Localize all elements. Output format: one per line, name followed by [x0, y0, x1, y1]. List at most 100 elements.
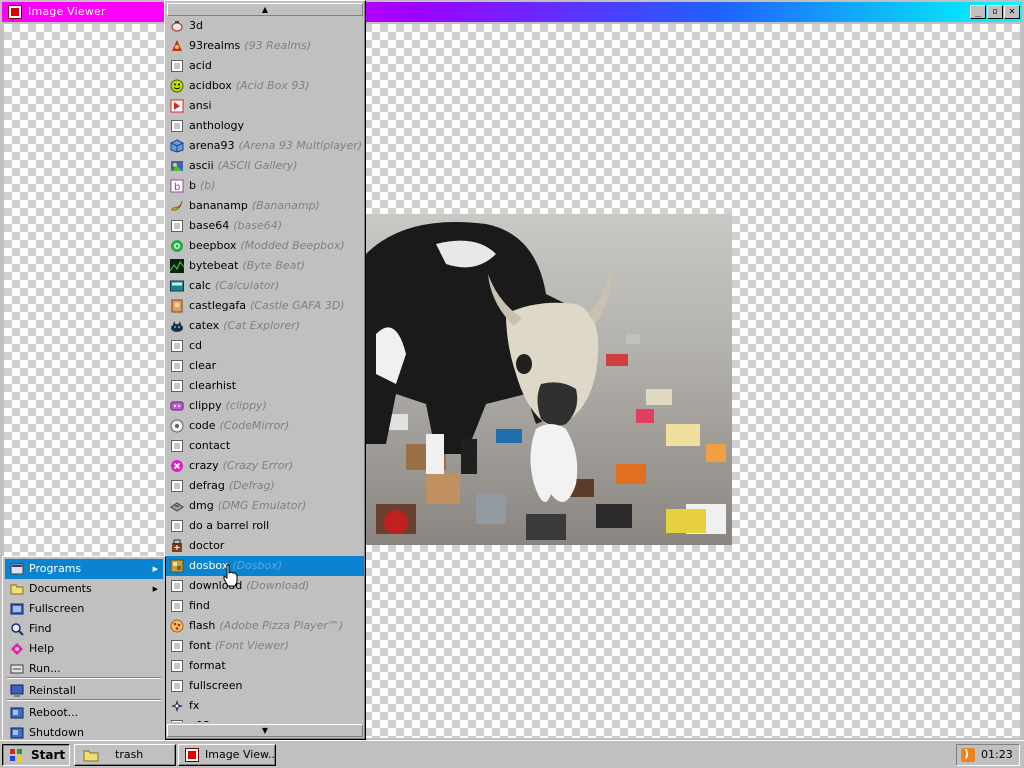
program-name: arena93 — [189, 139, 235, 152]
program-item-dosbox[interactable]: dosbox (Dosbox) — [166, 556, 364, 576]
program-name: b — [189, 179, 196, 192]
program-item-3d[interactable]: 3d — [166, 16, 364, 36]
program-name: fx — [189, 699, 200, 712]
program-item-doctor[interactable]: doctor — [166, 536, 364, 556]
beepbox-icon — [170, 239, 184, 253]
program-item-acid[interactable]: acid — [166, 56, 364, 76]
program-item-ansi[interactable]: ansi — [166, 96, 364, 116]
window-titlebar[interactable]: Image Viewer _ ▫ ✕ — [2, 2, 1022, 22]
start-menu-item-find[interactable]: Find — [5, 619, 163, 639]
start-menu-item-reinstall[interactable]: Reinstall — [5, 681, 163, 701]
program-item-acidbox[interactable]: acidbox (Acid Box 93) — [166, 76, 364, 96]
program-item-find[interactable]: find — [166, 596, 364, 616]
document-icon — [170, 639, 184, 653]
program-description: (Bananamp) — [251, 199, 320, 212]
program-item-flash[interactable]: flash (Adobe Pizza Player™) — [166, 616, 364, 636]
maximize-button[interactable]: ▫ — [987, 5, 1003, 19]
minimize-button[interactable]: _ — [970, 5, 986, 19]
taskbar-item-image-viewer[interactable]: Image View... — [178, 744, 276, 766]
clock: 01:23 — [981, 748, 1013, 761]
program-name: font — [189, 639, 211, 652]
program-item-defrag[interactable]: defrag (Defrag) — [166, 476, 364, 496]
start-button[interactable]: Start — [2, 744, 70, 766]
start-menu-item-help[interactable]: Help — [5, 639, 163, 659]
program-item-g93[interactable]: g93 — [166, 716, 364, 722]
programs-submenu: ▲ 3d 93realms (93 Realms) acid acidbox (Acid … — [164, 0, 366, 740]
start-menu-item-fullscreen[interactable]: Fullscreen — [5, 599, 163, 619]
program-item-clearhist[interactable]: clearhist — [166, 376, 364, 396]
program-item-dmg[interactable]: dmg (DMG Emulator) — [166, 496, 364, 516]
document-icon — [170, 479, 184, 493]
program-item-font[interactable]: font (Font Viewer) — [166, 636, 364, 656]
program-item-arena93[interactable]: arena93 (Arena 93 Multiplayer) — [166, 136, 364, 156]
program-item-crazy[interactable]: crazy (Crazy Error) — [166, 456, 364, 476]
submenu-arrow-icon: ▶ — [152, 585, 158, 593]
program-description: (Cat Explorer) — [223, 319, 301, 332]
taskbar-item-label: Image View... — [205, 748, 276, 761]
program-description: (Crazy Error) — [222, 459, 294, 472]
program-item-bytebeat[interactable]: bytebeat (Byte Beat) — [166, 256, 364, 276]
doctor-icon — [170, 539, 184, 553]
submenu-arrow-icon: ▶ — [152, 565, 158, 573]
program-item-calc[interactable]: calc (Calculator) — [166, 276, 364, 296]
image-viewer-icon — [8, 5, 22, 19]
document-icon — [170, 519, 184, 533]
rss-icon[interactable] — [961, 744, 975, 764]
program-name: clear — [189, 359, 217, 372]
program-item-clippy[interactable]: clippy (clippy) — [166, 396, 364, 416]
program-name: 93realms — [189, 39, 241, 52]
program-item-anthology[interactable]: anthology — [166, 116, 364, 136]
cat-icon — [170, 319, 184, 333]
program-item-code[interactable]: code (CodeMirror) — [166, 416, 364, 436]
bytebeat-icon — [169, 259, 185, 273]
program-item-cd[interactable]: cd — [166, 336, 364, 356]
document-icon — [170, 219, 184, 233]
image-viewer-icon — [185, 748, 199, 762]
program-item-ascii[interactable]: ascii (ASCII Gallery) — [166, 156, 364, 176]
program-item-format[interactable]: format — [166, 656, 364, 676]
start-menu-item-documents[interactable]: Documents ▶ — [5, 579, 163, 599]
start-menu-label: Reinstall — [29, 684, 76, 697]
start-menu-label: Find — [29, 622, 52, 635]
program-name: crazy — [189, 459, 219, 472]
program-item-do-a-barrel-roll[interactable]: do a barrel roll — [166, 516, 364, 536]
reinstall-icon — [10, 684, 24, 698]
program-description: (Font Viewer) — [214, 639, 289, 652]
menu-scroll-down-button[interactable]: ▼ — [167, 724, 363, 737]
program-item-bananamp[interactable]: bananamp (Bananamp) — [166, 196, 364, 216]
program-item-b[interactable]: b b (b) — [166, 176, 364, 196]
program-item-fx[interactable]: fx — [166, 696, 364, 716]
program-item-clear[interactable]: clear — [166, 356, 364, 376]
start-menu-label: Fullscreen — [29, 602, 85, 615]
windows-logo-icon — [10, 749, 22, 761]
castle-icon — [170, 299, 184, 313]
program-item-download[interactable]: download (Download) — [166, 576, 364, 596]
program-name: dmg — [189, 499, 214, 512]
start-menu-item-programs[interactable]: Programs ▶ — [5, 559, 163, 579]
program-item-catex[interactable]: catex (Cat Explorer) — [166, 316, 364, 336]
program-description: (Download) — [246, 579, 310, 592]
taskbar-item-label: trash — [115, 748, 144, 761]
program-description: (93 Realms) — [244, 39, 312, 52]
start-menu-item-run[interactable]: Run... — [5, 659, 163, 679]
start-menu-item-reboot[interactable]: Reboot... — [5, 703, 163, 723]
document-icon — [170, 719, 184, 722]
program-name: doctor — [189, 539, 225, 552]
program-name: 3d — [189, 19, 203, 32]
close-button[interactable]: ✕ — [1004, 5, 1020, 19]
taskbar: Start trash Image View... 01:23 — [0, 740, 1024, 768]
program-item-base64[interactable]: base64 (base64) — [166, 216, 364, 236]
program-item-castlegafa[interactable]: castlegafa (Castle GAFA 3D) — [166, 296, 364, 316]
program-item-fullscreen[interactable]: fullscreen — [166, 676, 364, 696]
clippy-icon — [170, 399, 184, 413]
menu-scroll-up-button[interactable]: ▲ — [167, 3, 363, 16]
document-icon — [170, 59, 184, 73]
program-item-beepbox[interactable]: beepbox (Modded Beepbox) — [166, 236, 364, 256]
document-icon — [170, 339, 184, 353]
program-name: flash — [189, 619, 216, 632]
program-item-contact[interactable]: contact — [166, 436, 364, 456]
taskbar-item-trash[interactable]: trash — [74, 744, 176, 766]
program-name: beepbox — [189, 239, 237, 252]
program-item-93realms[interactable]: 93realms (93 Realms) — [166, 36, 364, 56]
teapot-icon — [170, 19, 184, 33]
